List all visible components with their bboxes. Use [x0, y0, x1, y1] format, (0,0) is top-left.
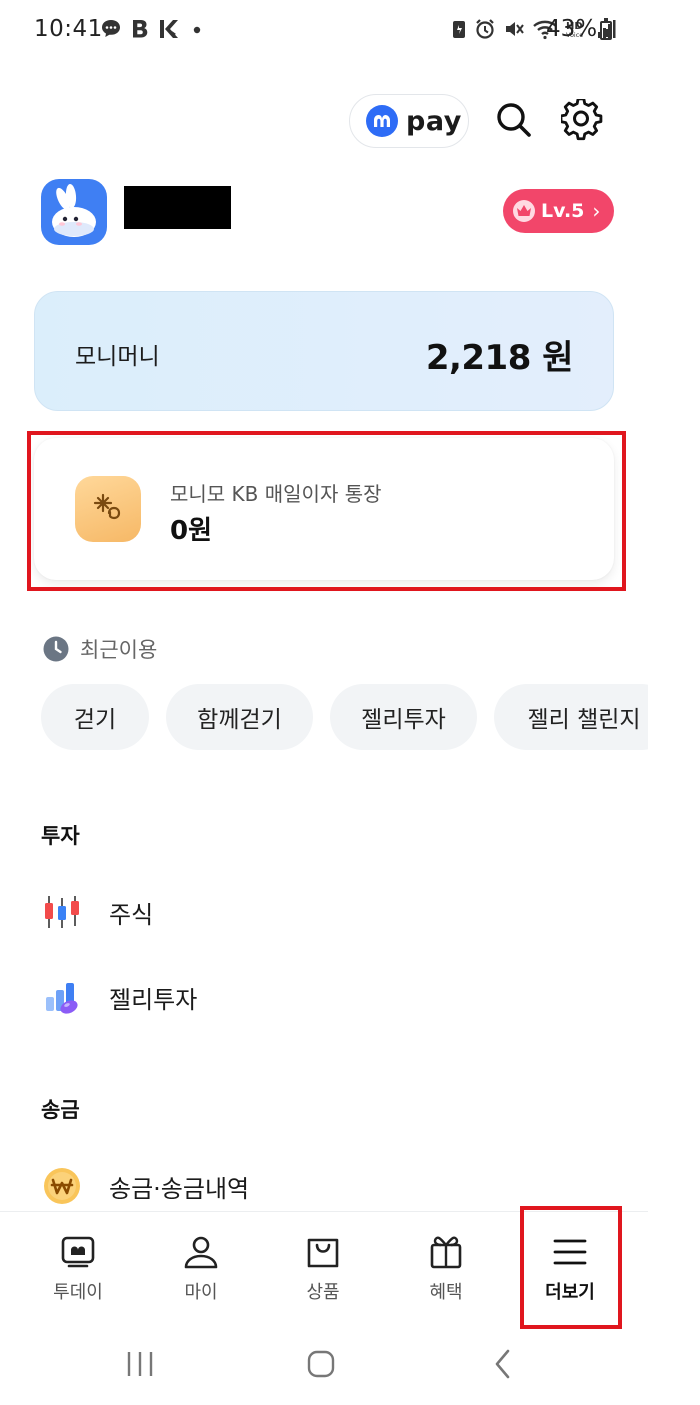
moni-money-label: 모니머니: [75, 344, 160, 370]
nav-label-more: 더보기: [545, 1282, 595, 1303]
person-icon: [184, 1236, 218, 1269]
jelly-invest-icon: [41, 976, 83, 1018]
stock-chart-icon: [41, 891, 83, 933]
status-bar: 10:41 HD Voice 43%: [0, 0, 700, 62]
search-button[interactable]: [490, 96, 538, 144]
moni-money-value: 2,218 원: [425, 338, 574, 378]
menu-icon: [553, 1239, 587, 1265]
won-coin-icon: [41, 1165, 83, 1207]
recent-chip-row: 걷기 함께걷기 젤리투자 젤리 챌린지: [41, 684, 648, 750]
status-time: 10:41: [34, 16, 103, 42]
menu-item-stock[interactable]: 주식: [41, 882, 601, 942]
shopping-bag-icon: [307, 1238, 339, 1268]
nav-benefits[interactable]: 혜택: [391, 1212, 501, 1324]
nav-label-benefits: 혜택: [429, 1282, 463, 1303]
account-name: 모니모 KB 매일이자 통장: [170, 482, 382, 506]
user-name-redacted: [124, 186, 231, 229]
section-title-invest: 투자: [41, 824, 80, 848]
chat-notification-icon: [102, 20, 120, 37]
chip-jelly-invest[interactable]: 젤리투자: [330, 684, 477, 750]
menu-label-transfer: 송금·송금내역: [109, 1174, 250, 1203]
chip-jelly-challenge[interactable]: 젤리 챌린지: [494, 684, 648, 750]
chevron-right-icon: ›: [592, 199, 601, 223]
back-button[interactable]: [473, 1339, 533, 1389]
battery-saver-icon: [453, 21, 465, 38]
recent-header: 최근이용: [42, 634, 157, 664]
today-icon: [61, 1236, 95, 1268]
menu-label-stock: 주식: [109, 900, 154, 929]
mute-icon: [506, 22, 524, 36]
back-icon: [495, 1349, 510, 1379]
recent-title: 최근이용: [80, 638, 158, 662]
gear-icon: [561, 99, 603, 141]
nav-my[interactable]: 마이: [146, 1212, 256, 1324]
moni-money-card[interactable]: 모니머니 2,218 원: [34, 291, 614, 411]
nav-products[interactable]: 상품: [268, 1212, 378, 1324]
search-icon: [497, 103, 531, 137]
account-balance: 0원: [170, 516, 213, 546]
bunny-avatar-icon: [52, 184, 96, 237]
home-icon: [307, 1350, 335, 1378]
system-nav-bar: [0, 1325, 700, 1405]
kb-account-icon: [75, 476, 141, 542]
crown-icon: [513, 200, 535, 222]
k-app-icon: [160, 20, 178, 38]
kb-account-card[interactable]: 모니모 KB 매일이자 통장 0원: [34, 438, 614, 580]
chip-walk-together[interactable]: 함께걷기: [166, 684, 313, 750]
nav-today[interactable]: 투데이: [23, 1212, 133, 1324]
nav-label-today: 투데이: [53, 1282, 103, 1303]
pay-logo-icon: [366, 105, 398, 137]
chip-walk[interactable]: 걷기: [41, 684, 149, 750]
menu-label-jelly-invest: 젤리투자: [109, 985, 198, 1014]
recent-apps-icon: [127, 1352, 153, 1376]
alarm-icon: [476, 19, 494, 39]
battery-percent: 43%: [546, 16, 598, 42]
more-dot-icon: [193, 26, 201, 34]
notification-icons: [100, 18, 204, 40]
gift-icon: [430, 1236, 462, 1269]
home-button[interactable]: [291, 1339, 351, 1389]
menu-item-jelly-invest[interactable]: 젤리투자: [41, 967, 601, 1027]
recent-apps-button[interactable]: [110, 1339, 170, 1389]
clock-icon: [43, 636, 69, 662]
pay-button[interactable]: pay: [349, 94, 469, 148]
section-title-transfer: 송금: [41, 1098, 80, 1122]
b-app-icon: [133, 20, 148, 38]
bottom-nav: 투데이 마이 상품 혜택 더보기: [0, 1211, 648, 1323]
level-text: Lv.5: [541, 200, 585, 222]
menu-item-transfer[interactable]: 송금·송금내역: [41, 1156, 601, 1216]
battery-icon: [600, 18, 612, 40]
pay-label: pay: [406, 105, 462, 137]
nav-label-my: 마이: [184, 1282, 218, 1303]
avatar[interactable]: [41, 179, 107, 245]
nav-more[interactable]: 더보기: [515, 1212, 625, 1324]
nav-label-products: 상품: [306, 1282, 340, 1303]
level-badge[interactable]: Lv.5 ›: [503, 189, 614, 233]
settings-button[interactable]: [558, 96, 606, 144]
